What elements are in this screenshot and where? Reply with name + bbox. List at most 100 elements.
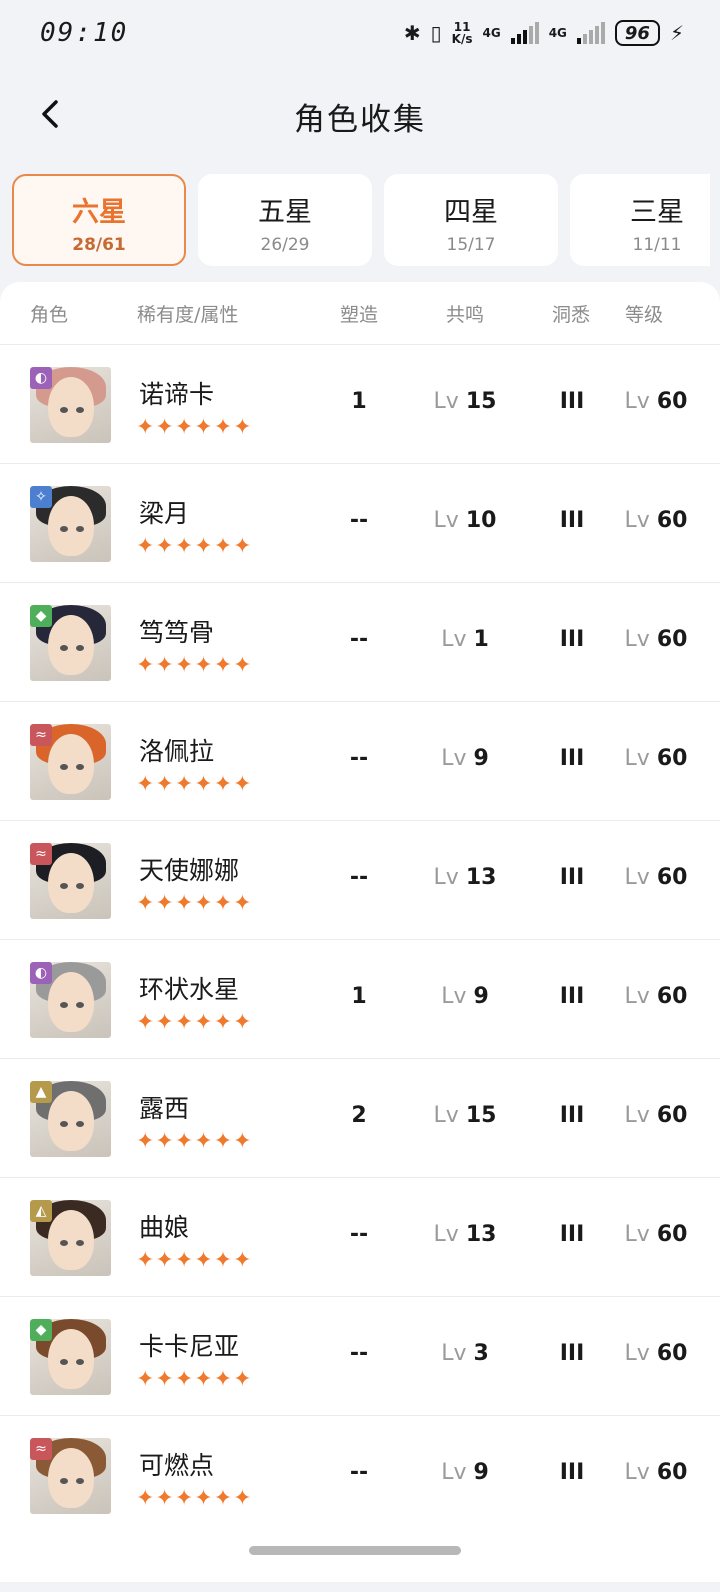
table-row[interactable]: ◆ 卡卡尼亚 ✦✦✦✦✦✦ -- Lv 3 III Lv 60	[0, 1296, 720, 1415]
col-resonance: 共鸣	[446, 304, 485, 326]
rarity-tabs: 六星 28/61 五星 26/29 四星 15/17 三星 11/11	[12, 174, 710, 266]
table-row[interactable]: ✧ 梁月 ✦✦✦✦✦✦ -- Lv 10 III Lv 60	[0, 463, 720, 582]
character-level: Lv 60	[616, 746, 696, 771]
table-row[interactable]: ◆ 笃笃骨 ✦✦✦✦✦✦ -- Lv 1 III Lv 60	[0, 582, 720, 701]
avatar-eye	[76, 407, 84, 413]
level-value: 60	[656, 1460, 688, 1485]
rarity-stars: ✦✦✦✦✦✦	[136, 1010, 253, 1035]
table-row[interactable]: ≈ 天使娜娜 ✦✦✦✦✦✦ -- Lv 13 III Lv 60	[0, 820, 720, 939]
col-rarity: 稀有度/属性	[137, 304, 239, 326]
lv-prefix: Lv	[433, 1222, 459, 1247]
insight-value: III	[559, 746, 585, 771]
resonance-value: 3	[473, 1341, 489, 1366]
tab-label: 六星	[72, 197, 126, 228]
level-value: 60	[656, 865, 688, 890]
charging-icon: ⚡	[669, 21, 684, 45]
home-indicator[interactable]	[249, 1546, 461, 1555]
rarity-stars: ✦✦✦✦✦✦	[136, 1367, 253, 1392]
tab-label: 三星	[630, 197, 684, 228]
shape-value: --	[349, 1222, 369, 1247]
attribute-icon: ≈	[30, 1438, 52, 1460]
table-row[interactable]: ◭ 曲娘 ✦✦✦✦✦✦ -- Lv 13 III Lv 60	[0, 1177, 720, 1296]
avatar-face	[48, 972, 94, 1032]
avatar-face	[48, 1091, 94, 1151]
status-icons: ✱ ▯ 11 K/s 4G 4G 96 ⚡	[404, 20, 684, 46]
level-value: 60	[656, 1222, 688, 1247]
shape-value: --	[349, 865, 369, 890]
insight-value: III	[559, 865, 585, 890]
lv-prefix: Lv	[624, 389, 650, 414]
shape-value: 1	[351, 984, 367, 1009]
avatar-face	[48, 853, 94, 913]
tab-four-star[interactable]: 四星 15/17	[384, 174, 558, 266]
insight-value: III	[559, 1341, 585, 1366]
table-row[interactable]: ▲ 露西 ✦✦✦✦✦✦ 2 Lv 15 III Lv 60	[0, 1058, 720, 1177]
level-value: 60	[656, 746, 688, 771]
tab-three-star[interactable]: 三星 11/11	[570, 174, 710, 266]
insight-value: III	[559, 1460, 585, 1485]
character-name: 可燃点	[139, 1451, 215, 1480]
resonance-value: 9	[473, 746, 489, 771]
resonance-level: Lv 9	[425, 1460, 505, 1485]
avatar-face	[48, 377, 94, 437]
lv-prefix: Lv	[624, 1103, 650, 1128]
tab-count: 28/61	[72, 235, 126, 255]
status-bar: 09:10 ✱ ▯ 11 K/s 4G 4G 96 ⚡	[0, 0, 720, 70]
insight-value: III	[559, 1222, 585, 1247]
insight-value: III	[559, 389, 585, 414]
resonance-value: 9	[473, 1460, 489, 1485]
col-shape: 塑造	[340, 304, 379, 326]
resonance-value: 9	[473, 984, 489, 1009]
insight-value: III	[559, 1103, 585, 1128]
lv-prefix: Lv	[441, 1460, 467, 1485]
resonance-value: 13	[465, 1222, 497, 1247]
shape-value: 1	[351, 389, 367, 414]
resonance-level: Lv 3	[425, 1341, 505, 1366]
table-row[interactable]: ≈ 洛佩拉 ✦✦✦✦✦✦ -- Lv 9 III Lv 60	[0, 701, 720, 820]
lv-prefix: Lv	[441, 984, 467, 1009]
table-row[interactable]: ≈ 可燃点 ✦✦✦✦✦✦ -- Lv 9 III Lv 60	[0, 1415, 720, 1534]
character-level: Lv 60	[616, 1341, 696, 1366]
rarity-stars: ✦✦✦✦✦✦	[136, 1248, 253, 1273]
table-row[interactable]: ◐ 环状水星 ✦✦✦✦✦✦ 1 Lv 9 III Lv 60	[0, 939, 720, 1058]
avatar-eye	[60, 1359, 68, 1365]
avatar-eye	[60, 1121, 68, 1127]
character-name: 洛佩拉	[139, 737, 215, 766]
resonance-level: Lv 15	[425, 389, 505, 414]
shape-value: --	[349, 508, 369, 533]
shape-value: --	[349, 746, 369, 771]
avatar-face	[48, 734, 94, 794]
character-level: Lv 60	[616, 389, 696, 414]
attribute-icon: ≈	[30, 843, 52, 865]
resonance-level: Lv 13	[425, 865, 505, 890]
lv-prefix: Lv	[624, 1222, 650, 1247]
attribute-icon: ◆	[30, 1319, 52, 1341]
avatar-eye	[60, 764, 68, 770]
rarity-stars: ✦✦✦✦✦✦	[136, 772, 253, 797]
character-avatar: ◐	[30, 962, 111, 1038]
avatar-eye	[76, 883, 84, 889]
level-value: 60	[656, 508, 688, 533]
table-row[interactable]: ◐ 诺谛卡 ✦✦✦✦✦✦ 1 Lv 15 III Lv 60	[0, 344, 720, 463]
character-name: 笃笃骨	[139, 618, 215, 647]
shape-value: --	[349, 1460, 369, 1485]
avatar-eye	[60, 407, 68, 413]
level-value: 60	[656, 1103, 688, 1128]
avatar-eye	[76, 1002, 84, 1008]
col-role: 角色	[30, 304, 69, 326]
attribute-icon: ◭	[30, 1200, 52, 1222]
tab-five-star[interactable]: 五星 26/29	[198, 174, 372, 266]
rarity-stars: ✦✦✦✦✦✦	[136, 415, 253, 440]
net-speed-unit: K/s	[451, 32, 473, 46]
tab-six-star[interactable]: 六星 28/61	[12, 174, 186, 266]
avatar-eye	[76, 1478, 84, 1484]
resonance-level: Lv 13	[425, 1222, 505, 1247]
lv-prefix: Lv	[624, 865, 650, 890]
page-title: 角色收集	[294, 102, 426, 138]
attribute-icon: ≈	[30, 724, 52, 746]
avatar-eye	[60, 645, 68, 651]
character-level: Lv 60	[616, 1103, 696, 1128]
table-header: 角色 稀有度/属性 塑造 共鸣 洞悉 等级	[0, 282, 720, 344]
lv-prefix: Lv	[433, 389, 459, 414]
lv-prefix: Lv	[441, 746, 467, 771]
